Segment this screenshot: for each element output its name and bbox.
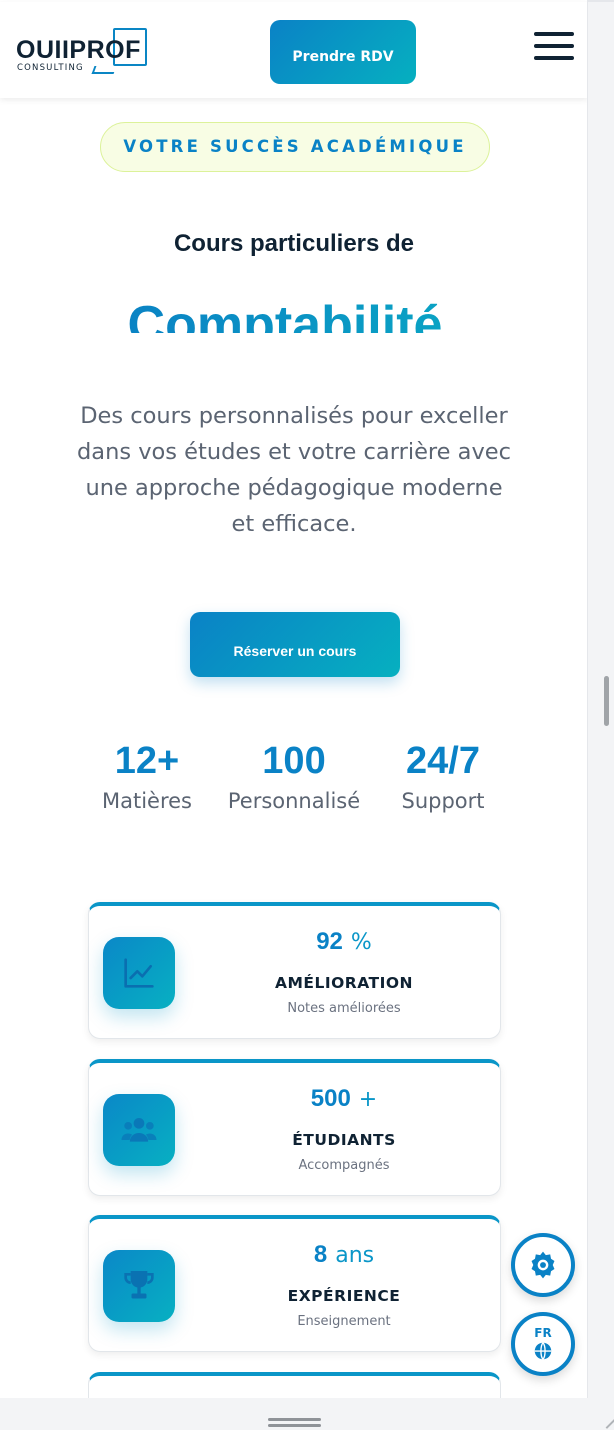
stat-value: 24/7 [406, 740, 480, 782]
hero-subject-wrapper: Comptabilité [90, 285, 500, 333]
page-scrollbar-thumb[interactable] [604, 676, 609, 726]
language-button[interactable]: FR [511, 1312, 575, 1376]
ouiiprof-logo[interactable]: OUIIPROF CONSULTING [16, 28, 150, 76]
book-appointment-button[interactable]: Prendre RDV [270, 20, 416, 84]
chart-line-icon [103, 937, 175, 1009]
stat-value: 100 [262, 740, 326, 782]
reserve-course-button[interactable]: Réserver un cours [190, 612, 400, 677]
logo-tagline: CONSULTING [17, 63, 84, 73]
hero-badge: VOTRE SUCCÈS ACADÉMIQUE [100, 122, 490, 172]
card-subtitle: Accompagnés [298, 1158, 390, 1173]
page-viewport: OUIIPROF CONSULTING Prendre RDV VOTRE SU… [0, 0, 588, 1398]
stat-label: Matières [101, 789, 192, 813]
trophy-icon [103, 1250, 175, 1322]
stat-card-partial [88, 1372, 501, 1398]
card-subtitle: Enseignement [297, 1314, 391, 1329]
card-title: AMÉLIORATION [274, 974, 414, 992]
stat-value: 12+ [114, 740, 180, 782]
globe-icon [534, 1341, 552, 1360]
stat-support: 24/7 Support [394, 740, 492, 813]
hero-subject: Comptabilité [90, 285, 480, 333]
card-value-unit: ans [335, 1243, 375, 1268]
card-value: 92% [249, 928, 439, 956]
menu-bar [534, 32, 574, 36]
stat-card-improvement: 92% AMÉLIORATION Notes améliorées [88, 902, 501, 1039]
card-value: 500 + [249, 1085, 439, 1113]
logo-speech-tail [91, 66, 117, 74]
card-value-number: 500 [310, 1085, 351, 1112]
menu-bar [534, 56, 574, 60]
card-value-number: 8 [313, 1241, 328, 1268]
hero-subtitle: Cours particuliers de [173, 230, 415, 257]
card-value-unit: % [350, 930, 372, 955]
card-value: 8 ans [249, 1241, 439, 1269]
card-subtitle: Notes améliorées [287, 1001, 401, 1016]
language-code: FR [534, 1325, 552, 1340]
stat-subjects: 12+ Matières [96, 740, 198, 813]
stat-label: Support [401, 789, 485, 813]
settings-button[interactable] [511, 1233, 575, 1297]
card-value-unit: + [358, 1087, 378, 1112]
browser-bottom-bar [0, 1398, 614, 1430]
users-icon [103, 1094, 175, 1166]
hamburger-menu-icon[interactable] [534, 32, 574, 64]
drag-handle-icon[interactable] [268, 1418, 321, 1421]
stat-personalized: 100 Personnalisé [220, 740, 368, 813]
site-header: OUIIPROF CONSULTING Prendre RDV [0, 2, 587, 98]
hero-description: Des cours personnalisés pour exceller da… [77, 403, 511, 537]
stat-card-experience: 8 ans EXPÉRIENCE Enseignement [88, 1215, 501, 1352]
logo-wordmark: OUIIPROF [16, 36, 141, 64]
stat-card-students: 500 + ÉTUDIANTS Accompagnés [88, 1059, 501, 1196]
card-title: EXPÉRIENCE [287, 1287, 401, 1305]
menu-bar [534, 44, 574, 48]
card-title: ÉTUDIANTS [292, 1131, 396, 1149]
stats-row: 12+ Matières 100 Personnalisé 24/7 Suppo… [0, 740, 587, 830]
card-value-number: 92 [316, 928, 343, 955]
gear-icon [531, 1251, 555, 1279]
stat-label: Personnalisé [227, 789, 361, 813]
